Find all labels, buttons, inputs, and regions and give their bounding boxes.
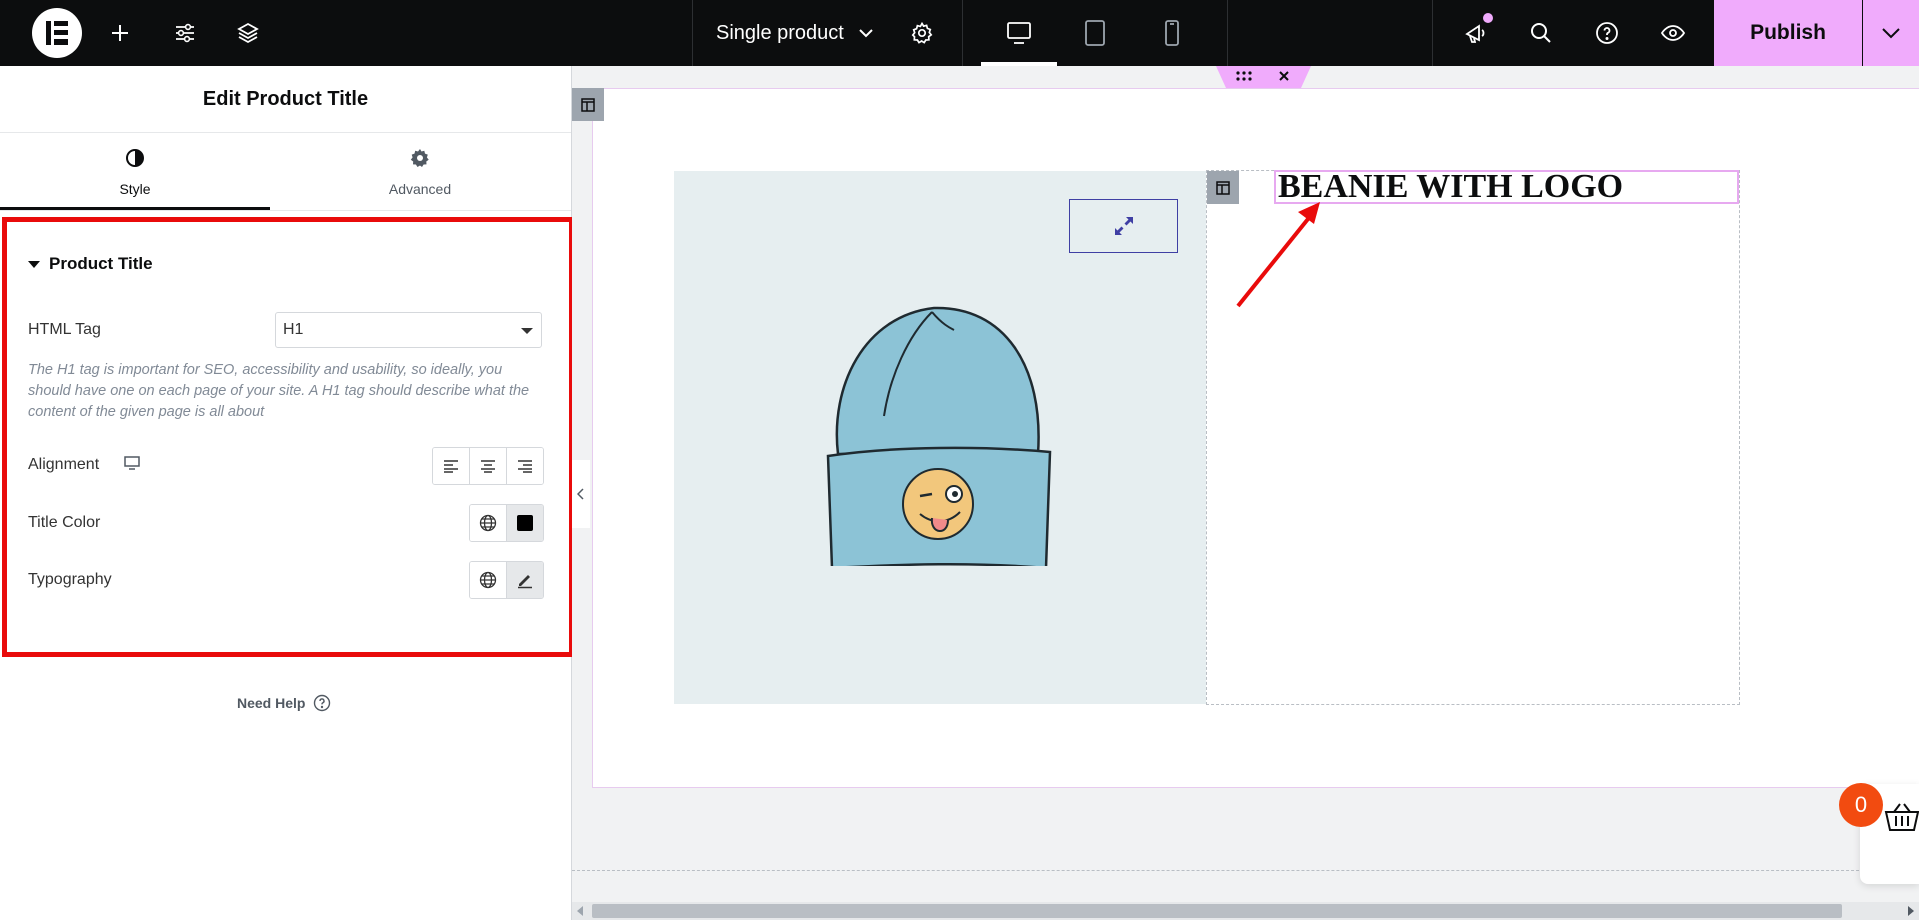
section-product-title[interactable]: Product Title (28, 254, 153, 274)
gear-icon (911, 21, 933, 44)
search-icon (1531, 23, 1551, 43)
columns-icon (1216, 180, 1230, 195)
desktop-icon[interactable] (124, 456, 140, 470)
publish-options-button[interactable] (1863, 0, 1919, 66)
collapse-panel-button[interactable] (572, 460, 590, 528)
notification-dot (1483, 13, 1493, 23)
global-color-button[interactable] (470, 505, 506, 541)
mobile-icon (1165, 20, 1179, 46)
align-right-icon (518, 460, 532, 473)
tab-style-label: Style (119, 181, 151, 197)
tab-advanced-label: Advanced (388, 181, 452, 197)
divider (572, 870, 1919, 872)
title-color-label: Title Color (28, 514, 101, 531)
align-right-button[interactable] (506, 448, 543, 484)
columns-icon (581, 97, 595, 112)
need-help-label: Need Help (237, 695, 306, 711)
typography-label: Typography (28, 571, 112, 588)
chevron-down-icon (859, 29, 873, 38)
help-icon (314, 694, 331, 712)
product-summary-column (1206, 170, 1740, 705)
alignment-buttons (432, 447, 544, 485)
global-typography-button[interactable] (470, 562, 506, 598)
desktop-view-button[interactable] (1000, 14, 1038, 52)
drag-handle-icon[interactable] (1236, 71, 1252, 81)
caret-down-icon (521, 328, 533, 334)
add-element-button[interactable] (101, 14, 139, 52)
container-handle[interactable] (572, 88, 604, 121)
top-bar: Single product Publish (0, 0, 1919, 66)
help-icon (1596, 22, 1618, 44)
search-button[interactable] (1522, 14, 1560, 52)
expand-icon (1114, 217, 1133, 235)
gear-icon (410, 149, 429, 167)
mobile-view-button[interactable] (1153, 14, 1191, 52)
close-icon[interactable] (1278, 70, 1290, 82)
tab-advanced[interactable]: Advanced (285, 148, 555, 212)
edit-typography-button[interactable] (506, 562, 543, 598)
contrast-icon (126, 149, 144, 167)
column-handle[interactable] (1207, 171, 1239, 204)
tablet-view-button[interactable] (1076, 14, 1114, 52)
product-title-widget[interactable]: BEANIE WITH LOGO (1274, 170, 1739, 204)
template-selector[interactable]: Single product (716, 0, 874, 66)
html-tag-description: The H1 tag is important for SEO, accessi… (28, 362, 530, 420)
globe-icon (479, 514, 497, 532)
scroll-right-icon[interactable] (1906, 906, 1914, 916)
html-tag-select[interactable]: H1 (275, 312, 542, 348)
divider (0, 210, 571, 211)
html-tag-label: HTML Tag (28, 321, 101, 338)
preview-icon (1660, 25, 1686, 41)
divider (1227, 0, 1228, 66)
structure-icon (237, 22, 259, 44)
html-tag-value: H1 (283, 321, 304, 338)
divider (1432, 0, 1433, 66)
page-settings-button[interactable] (903, 14, 941, 52)
align-left-button[interactable] (433, 448, 469, 484)
alignment-label: Alignment (28, 456, 100, 473)
tablet-icon (1085, 20, 1105, 46)
triangle-down-icon (28, 260, 40, 268)
cart-count-badge: 0 (1839, 783, 1883, 827)
desktop-icon (1007, 22, 1031, 44)
zoom-image-button[interactable] (1069, 199, 1178, 253)
align-left-icon (444, 460, 458, 473)
scroll-left-icon[interactable] (577, 906, 585, 916)
site-settings-button[interactable] (166, 14, 204, 52)
notifications-icon (1465, 24, 1485, 43)
section-title-label: Product Title (49, 254, 153, 273)
color-picker-button[interactable] (506, 505, 543, 541)
globe-icon (479, 571, 497, 589)
help-button[interactable] (1588, 14, 1626, 52)
panel-title: Edit Product Title (0, 66, 571, 133)
divider (692, 0, 693, 66)
chevron-left-icon (577, 488, 584, 500)
chevron-down-icon (1882, 28, 1900, 39)
template-label: Single product (716, 21, 844, 44)
structure-button[interactable] (229, 14, 267, 52)
align-center-button[interactable] (469, 448, 506, 484)
elementor-logo-icon[interactable] (32, 8, 82, 58)
preview-button[interactable] (1654, 14, 1692, 52)
title-color-controls (469, 504, 544, 542)
product-image (826, 306, 1052, 566)
need-help-link[interactable]: Need Help (237, 694, 331, 712)
align-center-icon (481, 460, 495, 473)
scrollbar-thumb[interactable] (592, 904, 1842, 918)
basket-icon (1884, 803, 1919, 831)
publish-button[interactable]: Publish (1714, 0, 1862, 66)
pencil-icon (518, 575, 532, 589)
add-icon (112, 25, 128, 41)
typography-controls (469, 561, 544, 599)
color-swatch (517, 515, 533, 531)
site-settings-icon (176, 23, 194, 43)
divider (962, 0, 963, 66)
tab-style[interactable]: Style (0, 148, 270, 212)
